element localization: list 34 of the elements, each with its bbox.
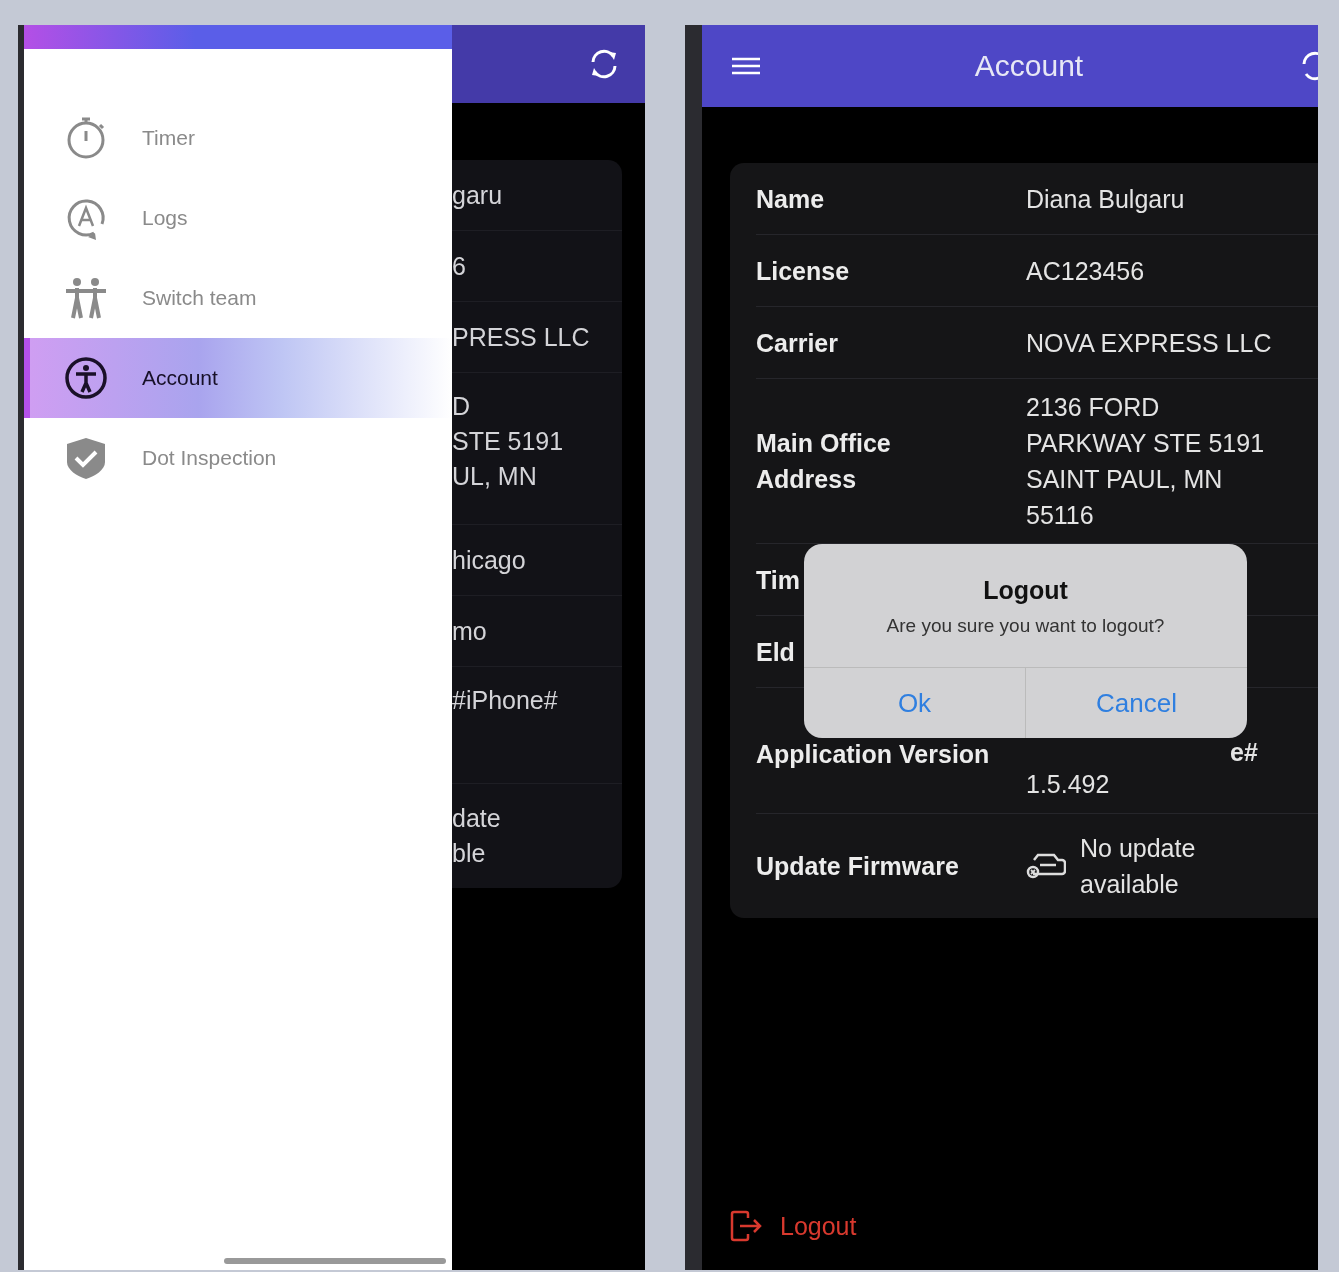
drawer-item[interactable]: Switch team	[24, 258, 452, 338]
detail-value: STE 5191	[452, 426, 564, 457]
detail-value: PRESS LLC	[452, 321, 590, 353]
detail-value: 6	[452, 250, 466, 282]
detail-label: Carrier	[756, 327, 839, 359]
detail-label: Main Office Address	[756, 428, 892, 495]
detail-value: NOVA EXPRESS LLC	[1026, 327, 1272, 359]
dialog-button[interactable]: Ok	[804, 668, 1026, 738]
drawer-item[interactable]: Logs	[24, 178, 452, 258]
drawer-item[interactable]: Dot Inspection	[24, 418, 452, 498]
detail-value: D	[452, 391, 471, 422]
detail-value: mo	[452, 615, 487, 647]
detail-value: #iPhone#	[452, 685, 558, 716]
dialog-title: Logout	[983, 576, 1068, 605]
detail-value: ble	[452, 838, 486, 869]
detail-label: License	[756, 255, 851, 287]
logout-button[interactable]: Logout	[730, 1210, 857, 1242]
detail-value: No update available	[1080, 833, 1196, 900]
detail-label: Eld	[756, 636, 796, 668]
screen-title: Account	[973, 49, 1085, 83]
detail-value: date	[452, 803, 501, 834]
dialog-button[interactable]: Cancel	[1026, 668, 1247, 738]
detail-value: garu	[452, 179, 503, 211]
drawer-item[interactable]: Timer	[24, 98, 452, 178]
detail-value: e# 1.5.492	[1026, 737, 1258, 800]
detail-value: hicago	[452, 544, 526, 576]
detail-value: Diana Bulgaru	[1026, 183, 1185, 215]
dialog-message: Are you sure you want to logout?	[886, 615, 1165, 637]
detail-label: Application Version	[756, 739, 991, 770]
detail-value: AC123456	[1026, 255, 1145, 287]
detail-label: Name	[756, 183, 826, 215]
detail-value: 2136 FORD PARKWAY STE 5191 SAINT PAUL, MN 55116	[1026, 392, 1265, 531]
detail-label: Update Firmware	[756, 851, 960, 882]
detail-value: UL, MN	[452, 461, 537, 492]
